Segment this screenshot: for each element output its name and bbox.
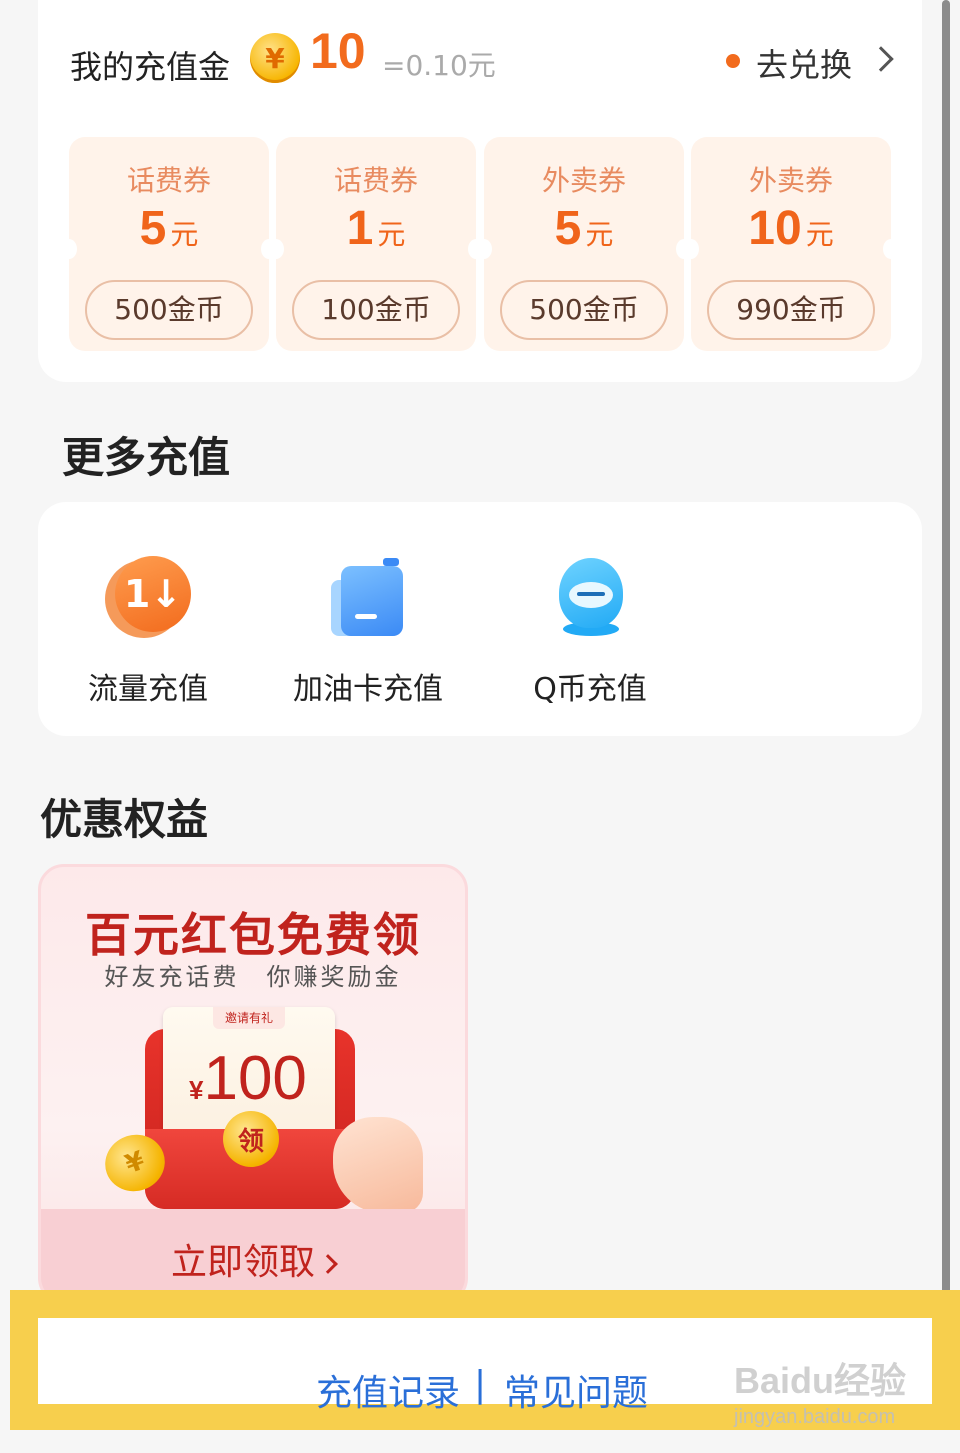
watermark-brand: Baidu经验 — [734, 1360, 907, 1401]
faq-link[interactable]: 常见问题 — [504, 1364, 648, 1416]
coupon-redeem-button[interactable]: 990金币 — [707, 280, 875, 340]
coupon-card[interactable]: 话费券 1元 100金币 — [268, 137, 484, 351]
claim-seal-icon: 领 — [223, 1111, 279, 1167]
chevron-right-icon[interactable] — [868, 46, 894, 72]
fuel-card-icon — [325, 556, 411, 642]
balance-equivalent: =0.10元 — [382, 49, 496, 82]
promo-tag: 邀请有礼 — [213, 1007, 285, 1029]
promo-subline: 好友充话费 你赚奖励金 — [104, 963, 402, 991]
balance-card: 我的充值金 ¥ 10 =0.10元 去兑换 话费券 5元 500金币 话费券 1… — [38, 0, 922, 382]
service-qq-coin[interactable]: Q币充值 — [490, 556, 690, 708]
more-recharge-card: 1↓ 流量充值 加油卡充值 Q币充值 — [38, 502, 922, 736]
watermark: Baidu经验 jingyan.baidu.com — [734, 1352, 906, 1429]
qq-coin-icon — [547, 556, 633, 642]
promo-headline: 百元红包免费领 — [85, 908, 421, 962]
notification-dot-icon — [726, 54, 740, 68]
exchange-link[interactable]: 去兑换 — [756, 40, 852, 86]
coupon-type: 外卖券 — [748, 164, 833, 197]
coupon-redeem-button[interactable]: 500金币 — [500, 280, 668, 340]
chevron-right-icon — [318, 1254, 338, 1274]
coupon-amount: 5元 — [139, 202, 199, 255]
coupon-redeem-button[interactable]: 500金币 — [85, 280, 253, 340]
coupon-type: 话费券 — [333, 164, 418, 197]
section-title-more-recharge: 更多充值 — [62, 433, 231, 482]
coupon-type: 话费券 — [126, 164, 211, 197]
section-title-benefits: 优惠权益 — [40, 795, 209, 844]
coupon-type: 外卖券 — [541, 164, 626, 197]
promo-amount: ¥100 — [189, 1044, 307, 1113]
balance-value: 10 — [310, 23, 366, 79]
coupon-amount: 1元 — [346, 202, 406, 255]
coin-icon: ¥ — [250, 33, 300, 83]
coupon-card[interactable]: 外卖券 5元 500金币 — [476, 137, 692, 351]
promo-card[interactable]: 百元红包免费领 好友充话费 你赚奖励金 邀请有礼 ¥100 领 ¥ 立即领取 — [38, 864, 468, 1304]
balance-title: 我的充值金 — [70, 48, 231, 86]
service-label: 加油卡充值 — [293, 672, 443, 707]
claim-now-button[interactable]: 立即领取 — [41, 1233, 465, 1285]
scrollbar[interactable] — [942, 0, 950, 1350]
footer-separator: | — [474, 1364, 487, 1405]
service-label: 流量充值 — [88, 672, 208, 707]
watermark-url: jingyan.baidu.com — [734, 1406, 896, 1428]
coupon-amount: 5元 — [554, 202, 614, 255]
service-data-traffic[interactable]: 1↓ 流量充值 — [48, 556, 248, 708]
coupon-card[interactable]: 话费券 5元 500金币 — [61, 137, 277, 351]
coupon-amount: 10 元 — [748, 202, 834, 255]
service-label: Q币充值 — [533, 672, 647, 707]
coupon-redeem-button[interactable]: 100金币 — [292, 280, 460, 340]
data-traffic-icon: 1↓ — [105, 556, 191, 642]
service-fuel-card[interactable]: 加油卡充值 — [268, 556, 468, 708]
recharge-records-link[interactable]: 充值记录 — [316, 1364, 460, 1416]
coupon-card[interactable]: 外卖券 10 元 990金币 — [683, 137, 899, 351]
